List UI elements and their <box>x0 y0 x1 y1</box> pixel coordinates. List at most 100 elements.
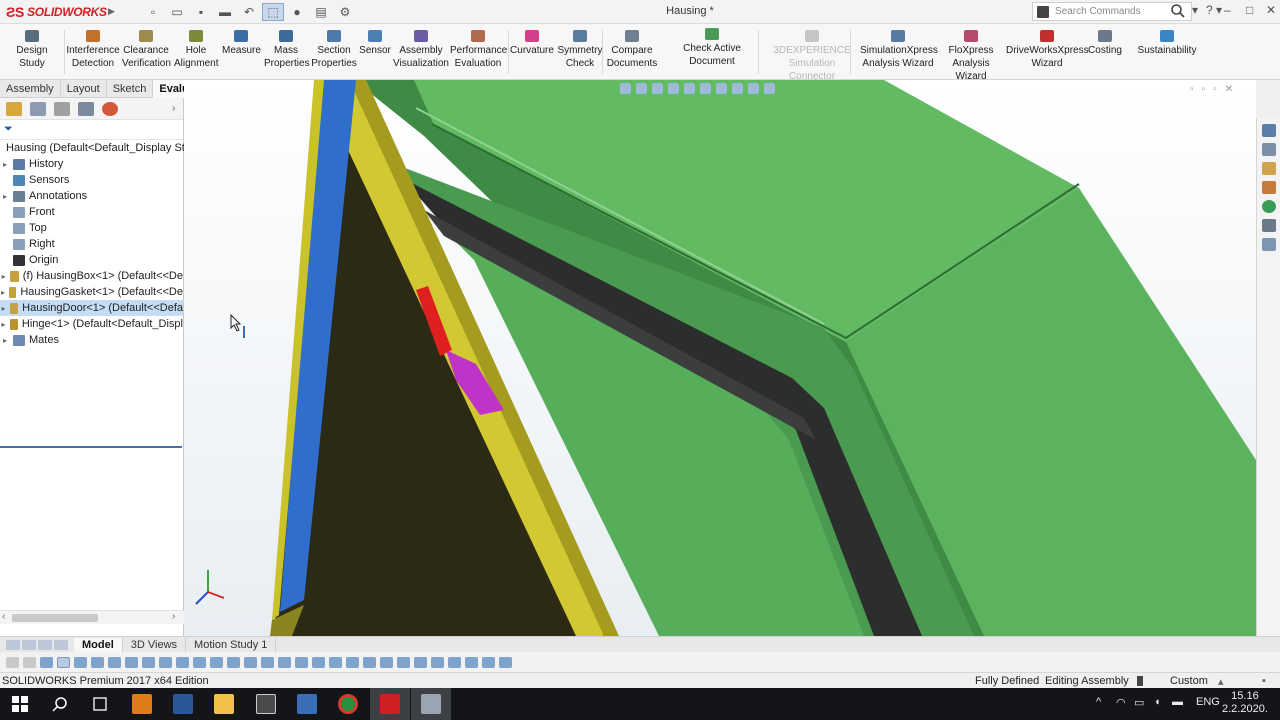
solidworks-logo[interactable]: ƧS SOLIDWORKS <box>0 4 108 20</box>
selection-filter-icon[interactable] <box>40 656 53 668</box>
selection-filter-icon[interactable] <box>448 656 461 668</box>
zoom-to-area-icon[interactable] <box>636 83 647 94</box>
ribbon-performance-button[interactable]: Performance Evaluation <box>450 30 507 70</box>
ribbon-driveworks-button[interactable]: DriveWorksXpress Wizard <box>1006 30 1089 70</box>
bottom-tab-3d-views[interactable]: 3D Views <box>123 637 187 652</box>
bottom-tab-model[interactable]: Model <box>74 637 123 652</box>
tab-layout[interactable]: Layout <box>61 80 107 98</box>
menu-expand-icon[interactable]: ▶ <box>108 6 118 17</box>
selection-filter-icon[interactable] <box>176 656 189 668</box>
ribbon-assembly-vis-button[interactable]: Assembly Visualization <box>392 30 450 70</box>
selection-filter-icon[interactable] <box>6 656 19 668</box>
tab-sketch[interactable]: Sketch <box>107 80 154 98</box>
selection-filter-icon[interactable] <box>397 656 410 668</box>
tree-item[interactable]: ▸ Annotations <box>0 188 183 204</box>
search-taskbar-icon[interactable] <box>48 692 72 716</box>
appearances-icon[interactable] <box>1261 200 1276 213</box>
expand-arrow-icon[interactable]: ▸ <box>0 192 10 201</box>
selection-filter-icon[interactable] <box>91 656 104 668</box>
status-help-icon[interactable]: ▪ <box>1262 675 1266 687</box>
previous-view-icon[interactable] <box>652 83 663 94</box>
minimize-icon[interactable]: – <box>1224 3 1231 17</box>
selection-filter-icon[interactable] <box>465 656 478 668</box>
selection-filter-icon[interactable] <box>108 656 121 668</box>
selection-filter-icon[interactable] <box>244 656 257 668</box>
ribbon-symmetry-button[interactable]: Symmetry Check <box>555 30 605 70</box>
selection-filter-icon[interactable] <box>193 656 206 668</box>
forum-icon[interactable] <box>1261 238 1276 251</box>
custom-properties-icon[interactable] <box>1261 219 1276 232</box>
tree-item[interactable]: ▸ (f) HausingBox<1> (Default<<De <box>0 268 183 284</box>
selection-filter-icon[interactable] <box>210 656 223 668</box>
word-icon[interactable] <box>171 692 195 716</box>
selection-filter-icon[interactable] <box>295 656 308 668</box>
ribbon-floxpress-button[interactable]: FloXpress Analysis Wizard <box>936 30 1006 83</box>
help-icon[interactable]: ? <box>1206 3 1213 17</box>
selection-filter-icon[interactable] <box>431 656 444 668</box>
units-dropdown-icon[interactable]: ▴ <box>1218 675 1224 688</box>
taskbar-app-orange-icon[interactable] <box>130 692 154 716</box>
chrome-icon[interactable] <box>336 692 360 716</box>
solidworks-resources-icon[interactable] <box>1261 124 1276 137</box>
tree-item[interactable]: ▸ HausingDoor<1> (Default<<Defa <box>0 300 183 316</box>
select-icon[interactable]: ⬚ <box>262 2 284 21</box>
battery-icon[interactable]: ▭ <box>1134 696 1144 709</box>
search-icon[interactable] <box>1170 3 1186 19</box>
tree-root[interactable]: Hausing (Default<Default_Display St <box>0 140 185 156</box>
close-icon[interactable]: ✕ <box>1266 3 1276 17</box>
tree-item[interactable]: Sensors <box>0 172 183 188</box>
selection-filter-icon[interactable] <box>346 656 359 668</box>
tree-item[interactable]: ▸ Hinge<1> (Default<Default_Displ <box>0 316 183 332</box>
tree-item[interactable]: ▸ History <box>0 156 183 172</box>
search-dropdown-icon[interactable]: ▾ <box>1192 3 1198 17</box>
scroll-left-icon[interactable]: ‹ <box>2 611 5 622</box>
window-taskbar-icon[interactable] <box>411 688 451 720</box>
tray-expand-icon[interactable]: ^ <box>1096 696 1101 708</box>
tree-item[interactable]: Front <box>0 204 183 220</box>
rebuild-status-icon[interactable] <box>1137 676 1143 686</box>
ribbon-interference-button[interactable]: Interference Detection <box>66 30 120 70</box>
tab-nav-arrows[interactable] <box>0 639 74 650</box>
viewport-window-controls[interactable]: ▫▫▫✕ <box>1190 84 1241 95</box>
tree-item[interactable]: Right <box>0 236 183 252</box>
save-icon[interactable]: ▪ <box>190 3 212 21</box>
tree-item[interactable]: Top <box>0 220 183 236</box>
file-explorer-icon[interactable] <box>1261 162 1276 175</box>
network-icon[interactable]: ◠ <box>1116 696 1126 709</box>
apply-scene-icon[interactable] <box>748 83 759 94</box>
selection-filter-icon[interactable] <box>23 656 36 668</box>
selection-filter-icon[interactable] <box>227 656 240 668</box>
featuremanager-tab-icon[interactable] <box>6 101 22 116</box>
view-palette-icon[interactable] <box>1261 181 1276 194</box>
ribbon-hole-align-button[interactable]: Hole Alignment <box>174 30 218 70</box>
ribbon-compare-button[interactable]: Compare Documents <box>606 30 658 70</box>
ribbon-mass-properties-button[interactable]: Mass Properties <box>264 30 310 70</box>
tree-item[interactable]: ▸ HausingGasket<1> (Default<<De <box>0 284 183 300</box>
expand-arrow-icon[interactable]: ▸ <box>0 320 7 329</box>
expand-arrow-icon[interactable]: ▸ <box>0 336 10 345</box>
ribbon-sustainability-button[interactable]: Sustainability <box>1137 30 1197 57</box>
ribbon-curvature-button[interactable]: Curvature <box>510 30 554 57</box>
expand-arrow-icon[interactable]: ▸ <box>0 304 7 313</box>
bottom-tab-motion-study-1[interactable]: Motion Study 1 <box>186 637 277 652</box>
design-library-icon[interactable] <box>1261 143 1276 156</box>
calculator-icon[interactable] <box>254 692 278 716</box>
ribbon-section-properties-button[interactable]: Section Properties <box>310 30 358 70</box>
panel-scroll-right-icon[interactable]: › <box>172 103 175 114</box>
tree-split-line[interactable] <box>0 446 182 448</box>
dimxpert-tab-icon[interactable] <box>78 101 94 116</box>
clock[interactable]: 15.16 2.2.2020. <box>1222 690 1268 716</box>
search-commands-field[interactable]: Search Commands <box>1032 2 1192 21</box>
scroll-thumb[interactable] <box>12 614 98 622</box>
tree-filter[interactable]: ⏷ <box>0 120 183 140</box>
display-manager-tab-icon[interactable] <box>102 101 118 116</box>
expand-arrow-icon[interactable]: ▸ <box>0 160 10 169</box>
open-icon[interactable]: ▭ <box>166 3 188 21</box>
view-settings-icon[interactable] <box>764 83 775 94</box>
file-explorer-taskbar-icon[interactable] <box>212 692 236 716</box>
undo-icon[interactable]: ↶ <box>238 3 260 21</box>
selection-filter-icon[interactable] <box>499 656 512 668</box>
expand-arrow-icon[interactable]: ▸ <box>0 288 6 297</box>
hide-show-items-icon[interactable] <box>716 83 727 94</box>
solidworks-taskbar-icon[interactable] <box>370 688 410 720</box>
